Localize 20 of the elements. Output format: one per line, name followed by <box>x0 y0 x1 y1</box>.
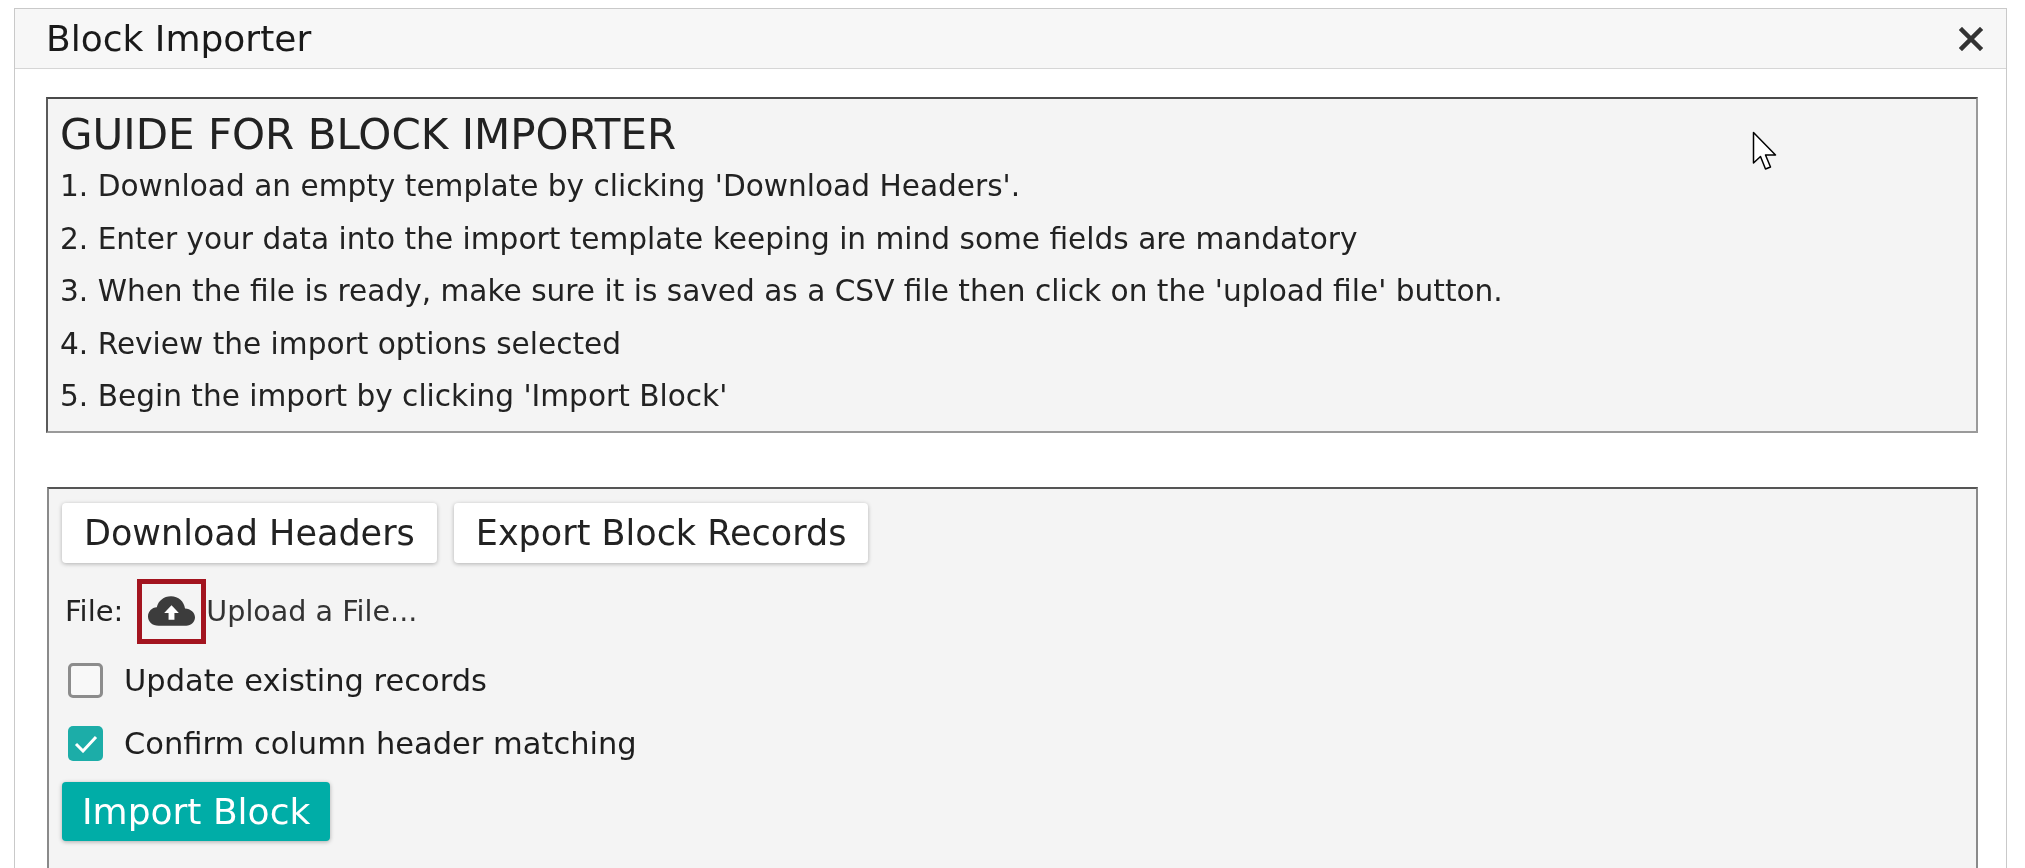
guide-step: 5. Begin the import by clicking 'Import Block' <box>60 370 728 423</box>
checkbox[interactable] <box>68 663 103 698</box>
checkbox-label: Update existing records <box>124 663 487 698</box>
guide-step: 4. Review the import options selected <box>60 317 622 370</box>
file-label: File: <box>65 594 124 628</box>
checkmark-icon <box>73 734 98 753</box>
upload-file-text[interactable]: Upload a File... <box>206 594 418 628</box>
mouse-cursor-icon <box>1752 131 1778 171</box>
action-button[interactable]: Download Headers <box>62 502 437 563</box>
guide-step: 2. Enter your data into the import template keeping in mind some fields are mandatory <box>60 212 1358 265</box>
guide-heading: GUIDE FOR BLOCK IMPORTER <box>60 109 677 160</box>
dialog-title: Block Importer <box>46 18 312 59</box>
checkbox[interactable] <box>68 726 103 761</box>
checkbox-label: Confirm column header matching <box>124 726 637 761</box>
cloud-upload-icon <box>148 596 196 626</box>
upload-button[interactable] <box>137 578 207 644</box>
close-icon[interactable] <box>1959 26 1983 51</box>
guide-step: 1. Download an empty template by clicking 'Download Headers'. <box>60 160 1021 213</box>
guide-step: 3. When the file is ready, make sure it is saved as a CSV file then click on the 'upload file' button. <box>60 265 1503 318</box>
action-button[interactable]: Export Block Records <box>453 502 869 563</box>
